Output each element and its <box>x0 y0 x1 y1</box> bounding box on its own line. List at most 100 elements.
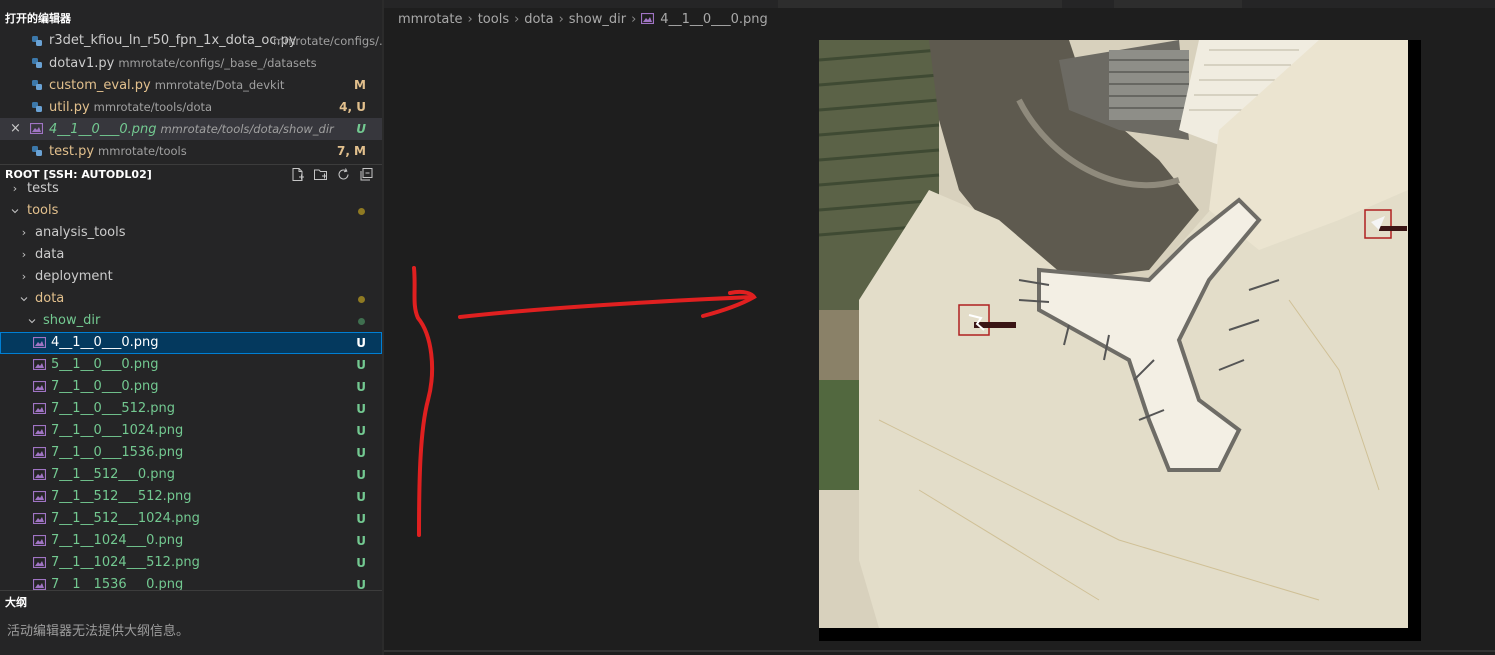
git-status-badge: U <box>356 380 366 394</box>
editor-tab[interactable] <box>778 0 1062 8</box>
image-file-icon <box>33 381 46 392</box>
tree-file[interactable]: 7__1__0___1536.png U <box>0 442 382 464</box>
tree-file-selected[interactable]: 4__1__0___0.png U <box>0 332 382 354</box>
tree-file[interactable]: 7__1__1024___0.png U <box>0 530 382 552</box>
tree-label: 7__1__512___0.png <box>51 467 176 482</box>
chevron-right-icon: › <box>21 270 27 283</box>
untracked-dot <box>358 318 365 325</box>
tree-label: show_dir <box>43 313 101 328</box>
breadcrumb-item[interactable]: dota <box>524 12 553 27</box>
git-status-badge: U <box>356 490 366 504</box>
tree-folder-tools[interactable]: tools <box>0 200 382 222</box>
chevron-down-icon <box>11 209 19 214</box>
open-editor-item[interactable]: custom_eval.py mmrotate/Dota_devkit M <box>0 74 382 96</box>
open-editors-header[interactable]: 打开的编辑器 <box>0 8 382 30</box>
open-editor-name: custom_eval.py mmrotate/Dota_devkit <box>49 78 285 93</box>
open-editor-item[interactable]: r3det_kfiou_ln_r50_fpn_1x_dota_oc.py mmr… <box>0 30 382 52</box>
git-status-badge: U <box>356 512 366 526</box>
breadcrumb-separator: › <box>558 12 564 27</box>
open-editor-item[interactable]: dotav1.py mmrotate/configs/_base_/dataset… <box>0 52 382 74</box>
git-status-badge: U <box>356 534 366 548</box>
image-file-icon <box>33 513 46 524</box>
git-status-badge: U <box>356 336 366 350</box>
tree-folder-analysis-tools[interactable]: › analysis_tools <box>0 222 382 244</box>
tree-label: 7__1__1024___0.png <box>51 533 184 548</box>
python-file-icon <box>32 80 42 90</box>
open-editor-path: mmrotate/tools/dota <box>93 100 213 114</box>
tree-label: dota <box>35 291 65 306</box>
aerial-airport-image <box>819 40 1408 628</box>
editor-tab[interactable] <box>1114 0 1242 8</box>
image-file-icon <box>33 447 46 458</box>
tree-folder-deployment[interactable]: › deployment <box>0 266 382 288</box>
close-icon[interactable]: × <box>10 118 21 140</box>
tree-folder-tests[interactable]: › tests <box>0 178 382 200</box>
chevron-right-icon: › <box>21 226 27 239</box>
modified-dot <box>358 296 365 303</box>
chevron-down-icon <box>20 297 28 302</box>
image-file-icon <box>30 123 43 134</box>
breadcrumb-item-current[interactable]: 4__1__0___0.png <box>660 12 767 27</box>
open-editor-name: util.py mmrotate/tools/dota <box>49 100 213 115</box>
tree-file[interactable]: 7__1__512___1024.png U <box>0 508 382 530</box>
image-file-icon <box>33 403 46 414</box>
git-status-badge: U <box>356 578 366 590</box>
chevron-down-icon <box>28 319 36 324</box>
open-editor-path: mmrotate/tools <box>98 144 187 158</box>
outline-empty-message: 活动编辑器无法提供大纲信息。 <box>7 624 190 639</box>
open-editor-path: mmrotate/Dota_devkit <box>154 78 285 92</box>
tree-file[interactable]: 5__1__0___0.png U <box>0 354 382 376</box>
open-editor-name: dotav1.py mmrotate/configs/_base_/dataset… <box>49 56 317 71</box>
breadcrumb-separator: › <box>514 12 520 27</box>
breadcrumb-item[interactable]: tools <box>478 12 509 27</box>
tree-label: 7__1__1536___0.png <box>51 577 184 590</box>
tree-folder-dota[interactable]: dota <box>0 288 382 310</box>
open-editor-name: test.py mmrotate/tools <box>49 144 187 159</box>
panel-border <box>384 650 1495 652</box>
open-editor-path: mmrotate/tools/dota/show_dir <box>160 122 334 136</box>
tree-label: 7__1__0___1024.png <box>51 423 184 438</box>
tree-file[interactable]: 7__1__0___0.png U <box>0 376 382 398</box>
chevron-right-icon: › <box>21 248 27 261</box>
git-status-badge: U <box>356 122 366 136</box>
tab-strip <box>384 0 1495 8</box>
tree-file[interactable]: 7__1__512___512.png U <box>0 486 382 508</box>
git-status-badge: U <box>356 446 366 460</box>
tree-file[interactable]: 7__1__0___1024.png U <box>0 420 382 442</box>
sidebar-sash[interactable] <box>382 0 384 655</box>
tree-file[interactable]: 7__1__0___512.png U <box>0 398 382 420</box>
open-editor-path: mmrotate/configs/... <box>273 34 382 48</box>
open-editor-item-active[interactable]: × 4__1__0___0.png mmrotate/tools/dota/sho… <box>0 118 382 140</box>
modified-dot <box>358 208 365 215</box>
image-preview[interactable] <box>819 40 1421 641</box>
red-arrow-head <box>701 289 757 318</box>
open-editor-name: 4__1__0___0.png mmrotate/tools/dota/show_… <box>49 122 334 137</box>
red-arrow-shaft <box>458 295 754 319</box>
tree-file[interactable]: 7__1__512___0.png U <box>0 464 382 486</box>
image-file-icon <box>33 557 46 568</box>
outline-header[interactable]: 大纲 <box>0 590 382 614</box>
python-file-icon <box>32 58 42 68</box>
chevron-right-icon: › <box>12 182 18 195</box>
tree-file[interactable]: 7__1__1536___0.png U <box>0 574 382 590</box>
tree-label: 7__1__0___1536.png <box>51 445 184 460</box>
open-editor-item[interactable]: test.py mmrotate/tools 7, M <box>0 140 382 162</box>
breadcrumb-item[interactable]: mmrotate <box>398 12 463 27</box>
git-status-badge: M <box>354 78 366 92</box>
tree-file[interactable]: 7__1__1024___512.png U <box>0 552 382 574</box>
open-editor-item[interactable]: util.py mmrotate/tools/dota 4, U <box>0 96 382 118</box>
python-file-icon <box>32 146 42 156</box>
tree-folder-show-dir[interactable]: show_dir <box>0 310 382 332</box>
image-file-icon <box>33 579 46 590</box>
git-status-badge: U <box>356 424 366 438</box>
tree-folder-data[interactable]: › data <box>0 244 382 266</box>
python-file-icon <box>32 36 42 46</box>
tree-label: 7__1__1024___512.png <box>51 555 200 570</box>
breadcrumb-item[interactable]: show_dir <box>569 12 626 27</box>
tree-label: 4__1__0___0.png <box>51 335 159 350</box>
open-editors-section: 打开的编辑器 r3det_kfiou_ln_r50_fpn_1x_dota_oc… <box>0 8 382 162</box>
sidebar: 打开的编辑器 r3det_kfiou_ln_r50_fpn_1x_dota_oc… <box>0 0 382 655</box>
tree-label: 7__1__512___512.png <box>51 489 192 504</box>
breadcrumb-separator: › <box>631 12 637 27</box>
image-file-icon <box>33 535 46 546</box>
